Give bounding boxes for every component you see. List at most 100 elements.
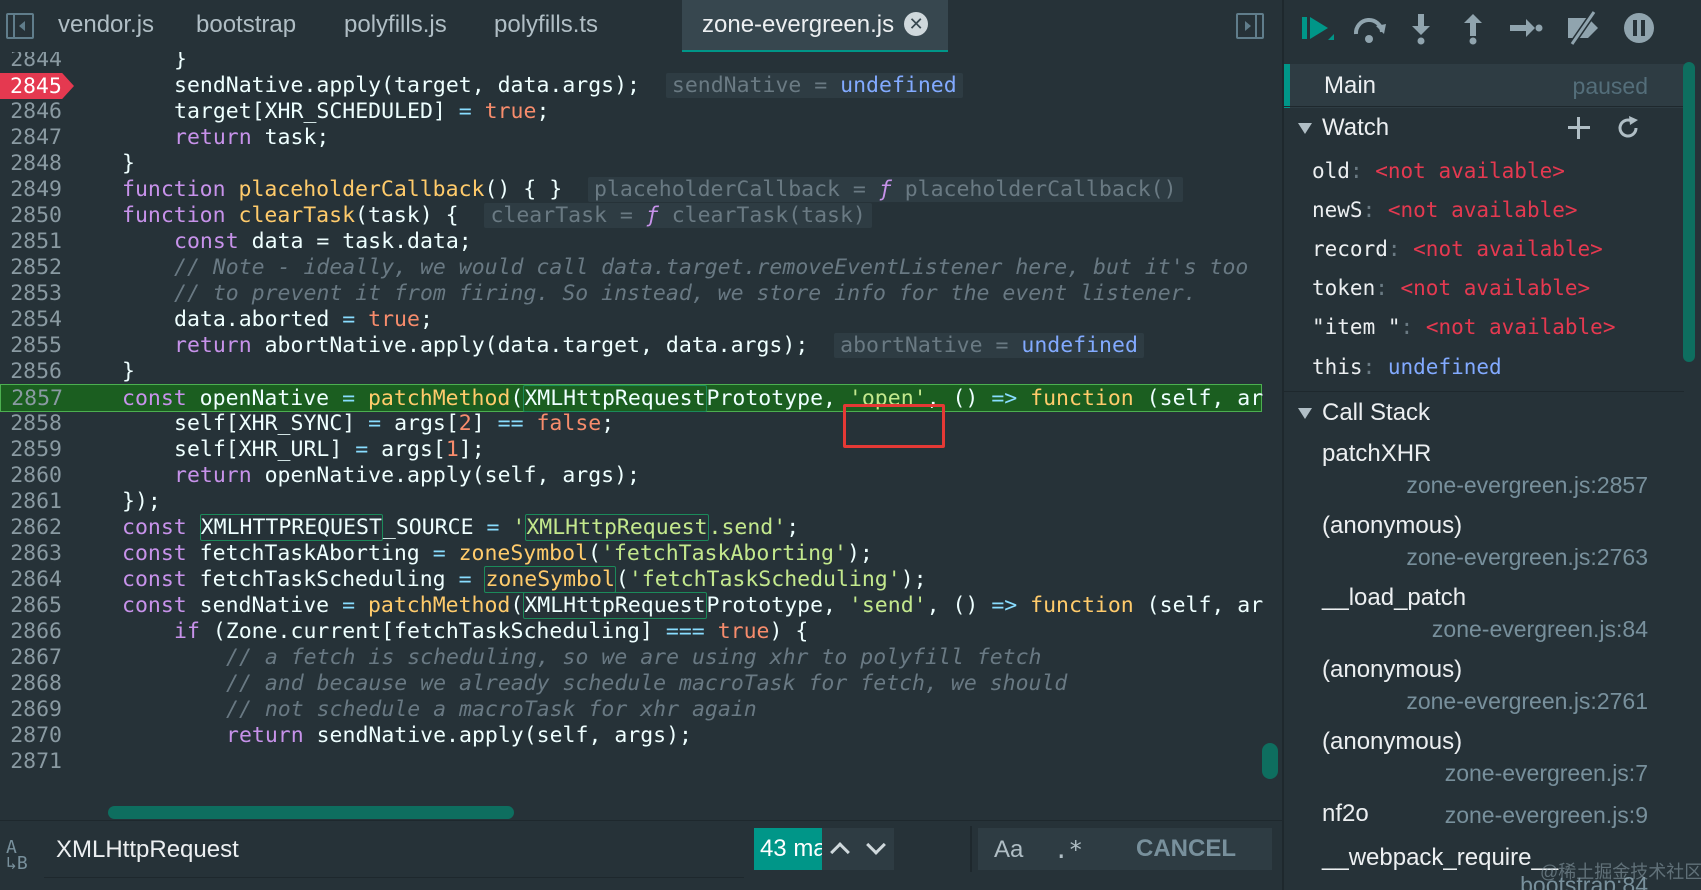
code-line[interactable]: 2849 function placeholderCallback() { } p… [0, 176, 1262, 204]
tab-vendor-js[interactable]: vendor.js [38, 0, 174, 52]
code-line[interactable]: 2861}); [0, 488, 1262, 516]
code-line[interactable]: 2859 self[XHR_URL] = args[1]; [0, 436, 1262, 464]
line-number[interactable]: 2868 [0, 670, 64, 698]
code-editor[interactable]: 2844} 2845 sendNative.apply(target, data.… [0, 52, 1282, 820]
code-line[interactable]: 2860 return openNative.apply(self, args); [0, 462, 1262, 490]
line-number[interactable]: 2851 [0, 228, 64, 256]
line-number[interactable]: 2858 [0, 410, 64, 438]
code-line[interactable]: 2869 // not schedule a macroTask for xhr … [0, 696, 1262, 724]
call-stack-frame[interactable]: (anonymous) zone-evergreen.js:2761 [1284, 656, 1684, 718]
line-number[interactable]: 2848 [0, 150, 64, 178]
line-number[interactable]: 2864 [0, 566, 64, 594]
code-line[interactable]: 2864 const fetchTaskScheduling = zoneSymb… [0, 566, 1262, 594]
deactivate-breakpoints-icon[interactable] [1564, 10, 1602, 46]
toggle-left-sidebar-icon[interactable] [6, 13, 34, 39]
horizontal-scrollbar[interactable] [108, 806, 514, 819]
tab-bootstrap[interactable]: bootstrap [176, 0, 316, 52]
toggle-right-sidebar-icon[interactable] [1236, 13, 1264, 39]
watch-expression[interactable]: "item ": <not available> [1312, 309, 1615, 345]
step-over-icon[interactable] [1350, 10, 1388, 46]
code-line[interactable]: 2862 const XMLHTTPREQUEST_SOURCE = 'XMLHt… [0, 514, 1262, 542]
code-line-current-execution[interactable]: 2857 const openNative = patchMethod(XMLHt… [0, 384, 1263, 413]
code-line[interactable]: 2854 data.aborted = true; [0, 306, 1262, 334]
cancel-search-button[interactable]: CANCEL [1100, 828, 1272, 870]
thread-main[interactable]: Main paused [1284, 64, 1684, 108]
code-line[interactable]: 2852 // Note - ideally, we would call dat… [0, 254, 1262, 282]
debugger-panel-scrollbar[interactable] [1683, 62, 1695, 362]
line-number[interactable]: 2852 [0, 254, 64, 282]
watch-expression[interactable]: token: <not available> [1312, 270, 1590, 306]
line-number[interactable]: 2856 [0, 358, 64, 386]
call-stack-frame[interactable]: (anonymous) zone-evergreen.js:7 [1284, 728, 1684, 790]
code-line[interactable]: 2855 return abortNative.apply(data.target… [0, 332, 1262, 360]
code-line[interactable]: 2856} [0, 358, 1262, 386]
code-line[interactable]: 2858 self[XHR_SYNC] = args[2] == false; [0, 410, 1262, 438]
next-match-button[interactable] [858, 828, 894, 870]
code-line[interactable]: 2867 // a fetch is scheduling, so we are … [0, 644, 1262, 672]
breakpoint-marker[interactable]: 2845 [0, 73, 74, 99]
line-number[interactable]: 2855 [0, 332, 64, 360]
pause-on-exceptions-icon[interactable] [1620, 10, 1658, 46]
line-number[interactable]: 2853 [0, 280, 64, 308]
caret-down-icon[interactable] [1298, 123, 1312, 134]
call-stack-frame[interactable]: (anonymous) zone-evergreen.js:2763 [1284, 512, 1684, 574]
line-number[interactable]: 2865 [0, 592, 64, 620]
tab-polyfills-ts[interactable]: polyfills.ts [474, 0, 618, 52]
code-line[interactable]: 2853 // to prevent it from firing. So ins… [0, 280, 1262, 308]
line-number[interactable]: 2869 [0, 696, 64, 724]
previous-match-button[interactable] [822, 828, 858, 870]
code-line[interactable]: 2871 [0, 748, 1262, 776]
watch-expression[interactable]: old: <not available> [1312, 153, 1565, 189]
watch-expression[interactable]: record: <not available> [1312, 231, 1603, 267]
code-line[interactable]: 2848} [0, 150, 1262, 178]
call-stack-frame[interactable]: patchXHR zone-evergreen.js:2857 [1284, 440, 1684, 502]
code-line[interactable]: 2863 const fetchTaskAborting = zoneSymbol… [0, 540, 1262, 568]
code-line[interactable]: 2850 function clearTask(task) { clearTask… [0, 202, 1262, 230]
code-line[interactable]: 2865 const sendNative = patchMethod(XMLHt… [0, 592, 1263, 620]
search-input[interactable] [44, 822, 744, 878]
line-number[interactable]: 2857 [1, 385, 65, 413]
step-into-icon[interactable] [1402, 10, 1440, 46]
code-line[interactable]: 2844} [0, 52, 1262, 74]
line-number[interactable]: 2860 [0, 462, 64, 490]
step-out-icon[interactable] [1454, 10, 1492, 46]
line-number[interactable]: 2863 [0, 540, 64, 568]
code-line[interactable]: 2846 target[XHR_SCHEDULED] = true; [0, 98, 1262, 126]
line-number[interactable]: 2847 [0, 124, 64, 152]
line-number[interactable]: 2846 [0, 98, 64, 126]
step-icon[interactable] [1506, 10, 1544, 46]
line-number[interactable]: 2870 [0, 722, 64, 750]
vertical-scrollbar[interactable] [1262, 743, 1278, 779]
call-stack-frame[interactable]: __load_patch zone-evergreen.js:84 [1284, 584, 1684, 646]
tab-zone-evergreen-js[interactable]: zone-evergreen.js ✕ [682, 0, 949, 52]
code-line[interactable]: 2870 return sendNative.apply(self, args); [0, 722, 1262, 750]
line-number[interactable]: 2854 [0, 306, 64, 334]
code-line[interactable]: 2847 return task; [0, 124, 1262, 152]
line-number[interactable]: 2849 [0, 176, 64, 204]
call-stack-section-header[interactable]: Call Stack [1284, 391, 1684, 433]
line-number[interactable]: 2844 [0, 52, 64, 74]
code-line[interactable]: 2851 const data = task.data; [0, 228, 1262, 256]
tab-polyfills-js[interactable]: polyfills.js [324, 0, 467, 52]
line-number[interactable]: 2862 [0, 514, 64, 542]
caret-down-icon[interactable] [1298, 408, 1312, 419]
code-line[interactable]: 2868 // and because we already schedule m… [0, 670, 1262, 698]
close-tab-icon[interactable]: ✕ [904, 11, 929, 36]
line-number[interactable]: 2866 [0, 618, 64, 646]
code-line[interactable]: 2866 if (Zone.current[fetchTaskScheduling… [0, 618, 1262, 646]
resume-icon[interactable] [1298, 10, 1336, 46]
watch-section-header[interactable]: Watch [1284, 106, 1684, 148]
line-number[interactable]: 2861 [0, 488, 64, 516]
refresh-watch-icon[interactable] [1614, 114, 1642, 142]
line-number[interactable]: 2859 [0, 436, 64, 464]
code-line-paused[interactable]: 2845 sendNative.apply(target, data.args);… [0, 72, 1262, 100]
line-number[interactable]: 2850 [0, 202, 64, 230]
watch-expression[interactable]: newS: <not available> [1312, 192, 1578, 228]
regex-toggle[interactable]: .* [1054, 828, 1083, 872]
watch-expression[interactable]: this: undefined [1312, 349, 1502, 385]
add-watch-icon[interactable] [1566, 115, 1592, 141]
line-number[interactable]: 2871 [0, 748, 64, 776]
line-number[interactable]: 2867 [0, 644, 64, 672]
call-stack-frame[interactable]: nf2o zone-evergreen.js:9 [1284, 800, 1684, 834]
match-case-toggle[interactable]: Aa [994, 828, 1023, 872]
